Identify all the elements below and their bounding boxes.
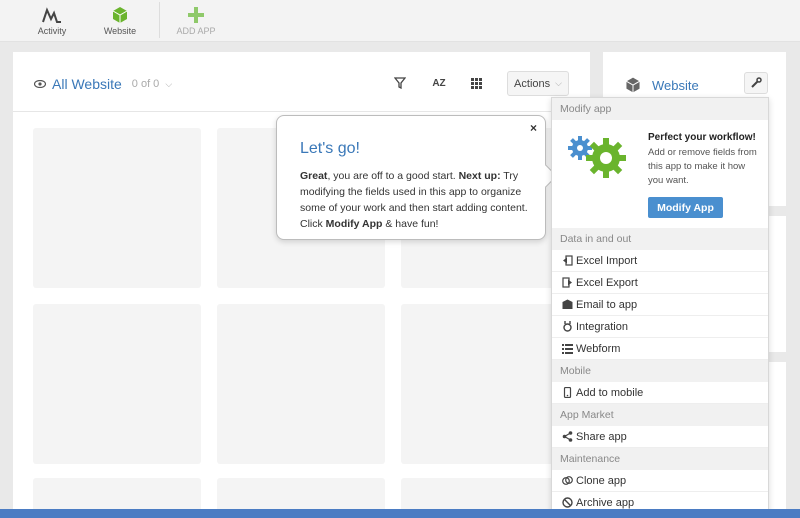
nav-website-label: Website <box>103 26 137 36</box>
chevron-down-icon: ⌵ <box>555 78 562 88</box>
modify-app-button[interactable]: Modify App <box>648 197 723 218</box>
nav-website[interactable]: Website <box>85 4 155 36</box>
plus-icon <box>188 7 204 23</box>
import-icon <box>563 255 573 266</box>
popover-text-1: , you are off to a good start. <box>327 170 459 182</box>
mobile-icon <box>563 387 572 398</box>
view-title: All Website <box>52 76 122 92</box>
popover-next-up: Next up: <box>458 170 501 182</box>
menu-email-to-app[interactable]: Email to app <box>552 294 768 316</box>
list-icon <box>562 344 573 354</box>
nav-add-app-label: ADD APP <box>176 26 216 36</box>
cube-icon <box>626 77 640 93</box>
app-settings-button[interactable] <box>744 72 768 94</box>
share-icon <box>562 431 573 442</box>
placeholder-card <box>401 304 569 464</box>
menu-share-app-label: Share app <box>576 431 627 443</box>
placeholder-card <box>33 128 201 288</box>
actions-button[interactable]: Actions ⌵ <box>507 71 569 96</box>
plug-icon <box>563 321 572 332</box>
menu-excel-export[interactable]: Excel Export <box>552 272 768 294</box>
menu-integration[interactable]: Integration <box>552 316 768 338</box>
menu-add-to-mobile[interactable]: Add to mobile <box>552 382 768 404</box>
section-mobile: Mobile <box>552 360 768 382</box>
actions-dropdown: Modify app Perfect your workflow! Add or… <box>551 97 769 518</box>
section-data-in-out: Data in and out <box>552 228 768 250</box>
sidebar-title: Website <box>624 76 699 94</box>
export-icon <box>562 277 572 288</box>
placeholder-card <box>33 304 201 464</box>
envelope-icon <box>562 299 573 309</box>
menu-clone-app[interactable]: Clone app <box>552 470 768 492</box>
cube-icon <box>112 7 128 23</box>
menu-excel-export-label: Excel Export <box>576 277 638 289</box>
menu-excel-import-label: Excel Import <box>576 255 638 267</box>
gears-icon <box>568 136 626 178</box>
placeholder-card <box>217 304 385 464</box>
menu-share-app[interactable]: Share app <box>552 426 768 448</box>
filter-icon <box>394 77 406 89</box>
wrench-icon <box>751 77 762 88</box>
actions-label: Actions <box>514 77 551 90</box>
top-nav: Activity Website ADD APP <box>0 0 800 42</box>
section-app-market: App Market <box>552 404 768 426</box>
popover-text-3: & have fun! <box>382 218 439 230</box>
close-icon[interactable]: × <box>530 121 537 135</box>
menu-excel-import[interactable]: Excel Import <box>552 250 768 272</box>
popover-title: Let's go! <box>300 140 360 157</box>
filter-button[interactable] <box>389 74 411 92</box>
nav-activity[interactable]: Activity <box>17 4 87 36</box>
chevron-down-icon: ⌵ <box>165 78 173 89</box>
popover-modify-app: Modify App <box>325 218 383 230</box>
menu-email-to-app-label: Email to app <box>576 299 638 311</box>
panel-header: All Website 0 of 0 ⌵ AZ Actions ⌵ <box>13 52 590 112</box>
popover-great: Great <box>300 170 328 182</box>
ban-icon <box>562 497 573 508</box>
grid-view-button[interactable] <box>465 74 487 92</box>
eye-icon <box>34 80 46 88</box>
menu-webform-label: Webform <box>576 343 621 355</box>
nav-add-app[interactable]: ADD APP <box>161 4 231 36</box>
section-maintenance: Maintenance <box>552 448 768 470</box>
view-selector[interactable]: All Website 0 of 0 ⌵ <box>34 76 172 92</box>
taskbar-strip <box>0 509 800 518</box>
popover-body: Great, you are off to a good start. Next… <box>300 168 530 232</box>
clone-icon <box>562 476 573 485</box>
promo-text: Add or remove fields from this app to ma… <box>648 147 757 186</box>
menu-archive-app-label: Archive app <box>576 497 635 509</box>
activity-icon <box>42 7 61 23</box>
menu-integration-label: Integration <box>576 321 628 333</box>
menu-add-to-mobile-label: Add to mobile <box>576 387 644 399</box>
sidebar-title-text: Website <box>652 77 699 93</box>
menu-webform[interactable]: Webform <box>552 338 768 360</box>
menu-clone-app-label: Clone app <box>576 475 627 487</box>
grid-icon <box>470 77 482 89</box>
nav-separator <box>159 2 160 38</box>
section-modify-app: Modify app <box>552 98 768 120</box>
item-count: 0 of 0 <box>131 78 160 90</box>
nav-activity-label: Activity <box>37 26 67 36</box>
sort-az-button[interactable]: AZ <box>428 74 450 92</box>
onboarding-popover: × Let's go! Great, you are off to a good… <box>276 115 558 240</box>
promo-title: Perfect your workflow! <box>648 132 756 143</box>
